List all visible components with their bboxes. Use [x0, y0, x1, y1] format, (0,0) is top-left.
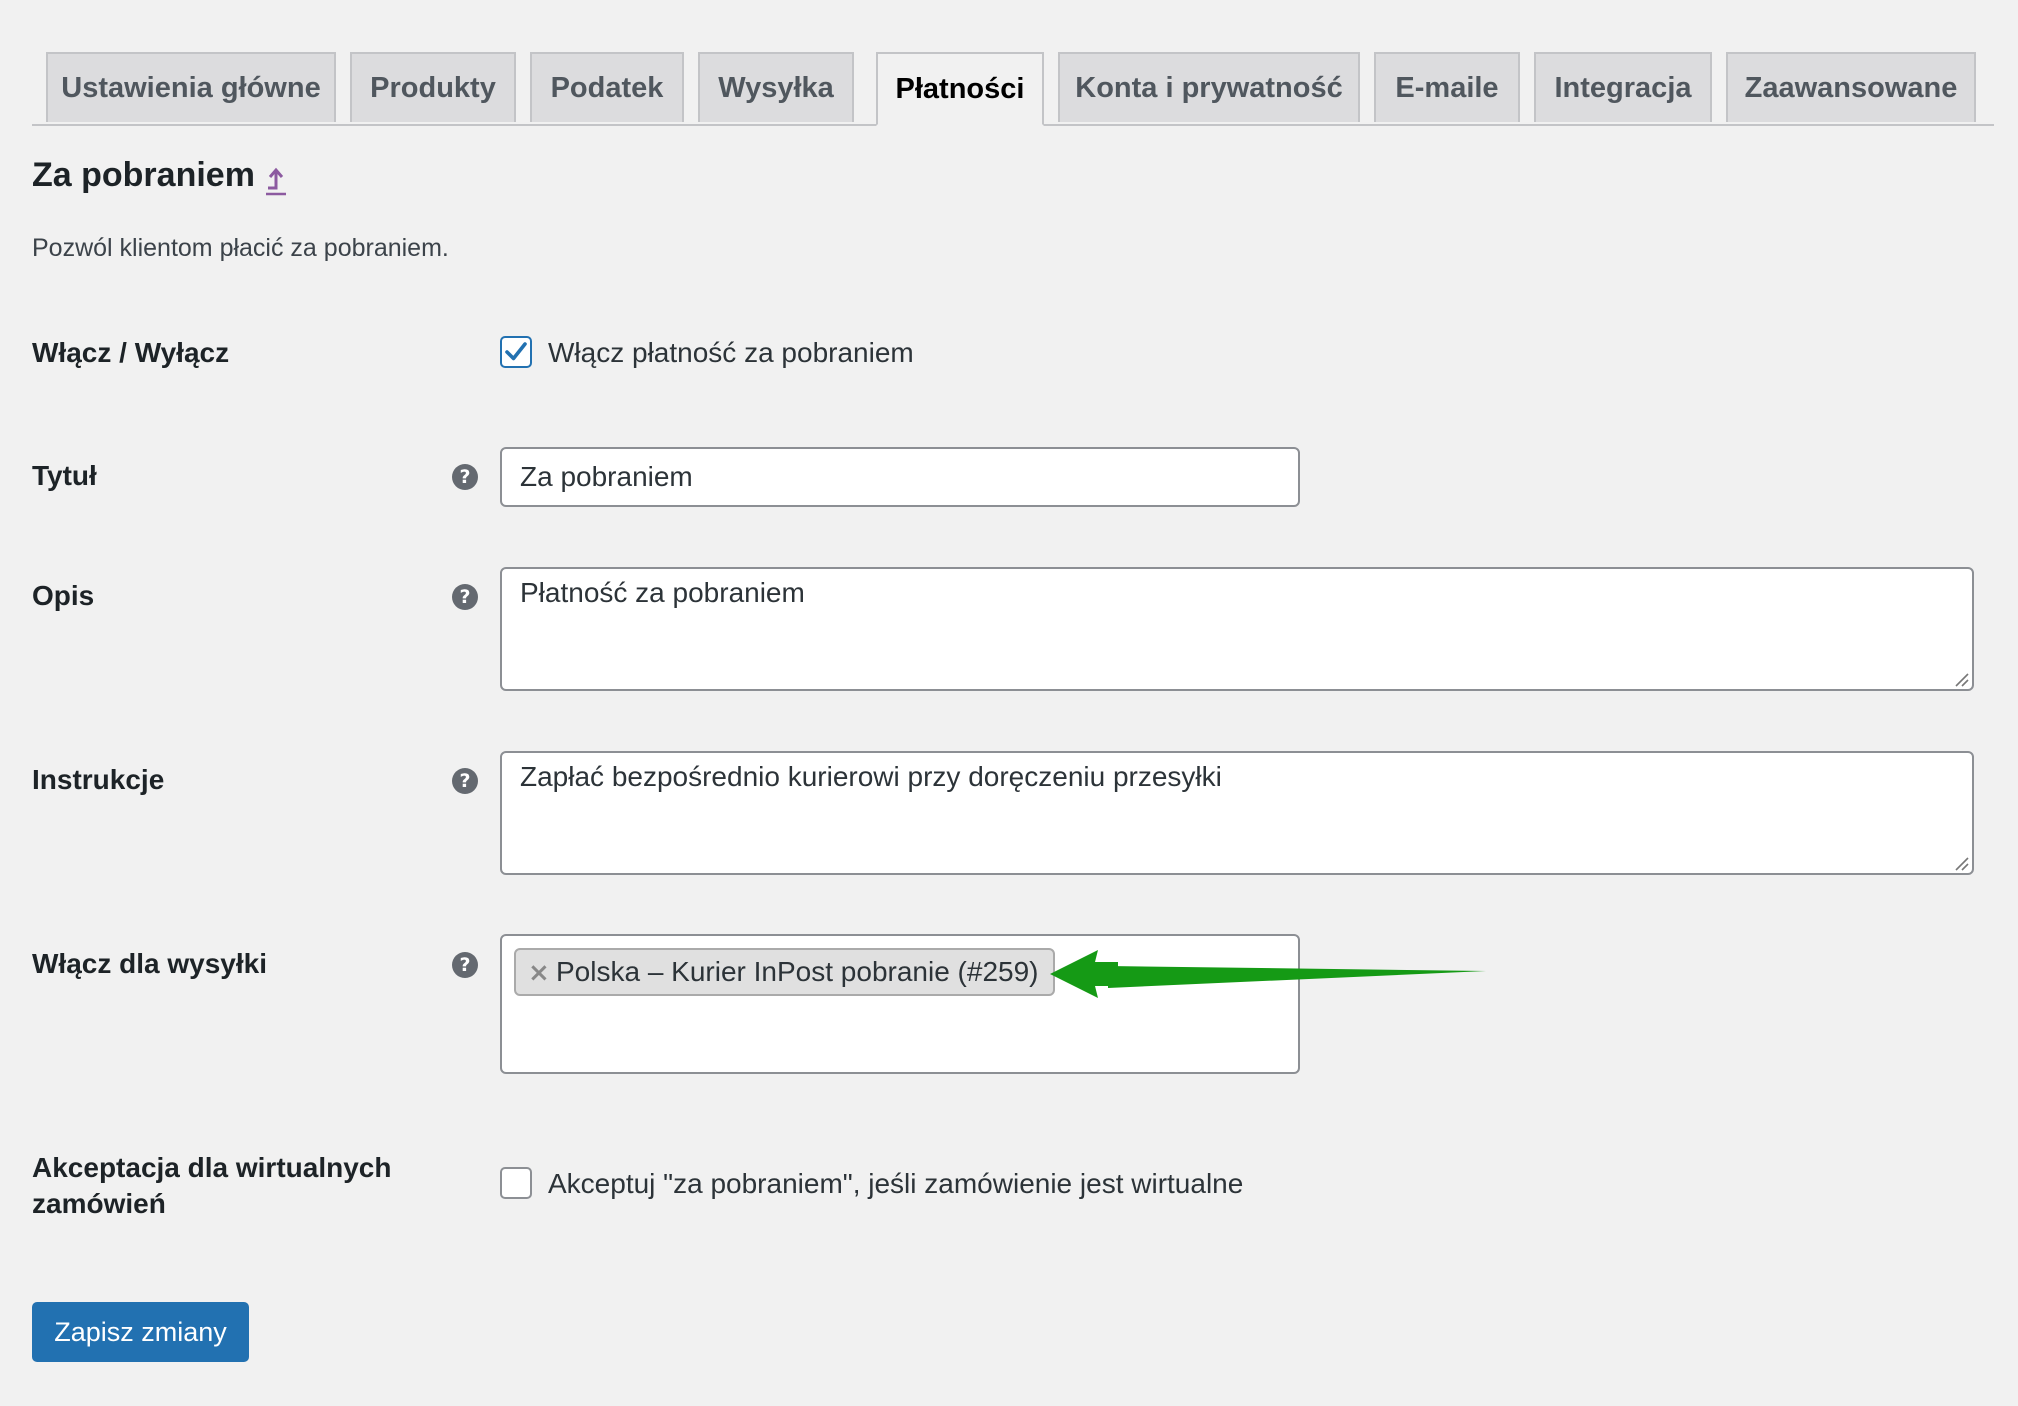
instructions-textarea[interactable]: Zapłać bezpośrednio kurierowi przy doręc…	[500, 751, 1974, 875]
title-input[interactable]: Za pobraniem	[500, 447, 1300, 507]
shipping-label: Włącz dla wysyłki	[32, 948, 267, 979]
enable-checkbox[interactable]	[500, 336, 532, 368]
instructions-label: Instrukcje	[32, 764, 165, 795]
save-button[interactable]: Zapisz zmiany	[32, 1302, 249, 1362]
description-textarea[interactable]: Płatność za pobraniem	[500, 567, 1974, 691]
help-icon[interactable]: ?	[452, 464, 478, 490]
tab-tax[interactable]: Podatek	[530, 52, 684, 122]
help-icon[interactable]: ?	[452, 952, 478, 978]
tab-products[interactable]: Produkty	[350, 52, 516, 122]
help-icon[interactable]: ?	[452, 768, 478, 794]
description-label: Opis	[32, 580, 95, 611]
virtual-checkbox[interactable]	[500, 1167, 532, 1199]
tab-payments[interactable]: Płatności	[876, 52, 1044, 126]
virtual-label-line2: zamówień	[32, 1188, 166, 1219]
selected-shipping-chip: × Polska – Kurier InPost pobranie (#259)	[514, 948, 1055, 996]
tab-integration[interactable]: Integracja	[1534, 52, 1712, 122]
tab-advanced[interactable]: Zaawansowane	[1726, 52, 1976, 122]
up-arrow-icon[interactable]	[262, 164, 290, 196]
page-title: Za pobraniem	[32, 156, 255, 194]
checkmark-icon	[505, 342, 527, 361]
chip-label: Polska – Kurier InPost pobranie (#259)	[556, 956, 1039, 987]
title-label: Tytuł	[32, 460, 97, 491]
page-description: Pozwól klientom płacić za pobraniem.	[32, 234, 449, 262]
virtual-checkbox-label[interactable]: Akceptuj "za pobraniem", jeśli zamówieni…	[548, 1166, 1243, 1202]
tab-general[interactable]: Ustawienia główne	[46, 52, 336, 122]
help-icon[interactable]: ?	[452, 584, 478, 610]
remove-icon[interactable]: ×	[528, 958, 550, 988]
tab-accounts-privacy[interactable]: Konta i prywatność	[1058, 52, 1360, 122]
settings-tabs: Ustawienia główne Produkty Podatek Wysył…	[32, 52, 1994, 126]
tab-emails[interactable]: E-maile	[1374, 52, 1520, 122]
resize-grip-icon[interactable]	[1952, 854, 1970, 872]
virtual-label: Akceptacja dla wirtualnych	[32, 1152, 392, 1183]
enable-checkbox-label[interactable]: Włącz płatność za pobraniem	[548, 335, 914, 371]
resize-grip-icon[interactable]	[1952, 670, 1970, 688]
tab-shipping[interactable]: Wysyłka	[698, 52, 854, 122]
enable-label: Włącz / Wyłącz	[32, 337, 230, 368]
annotation-arrow-icon	[1050, 950, 1486, 998]
